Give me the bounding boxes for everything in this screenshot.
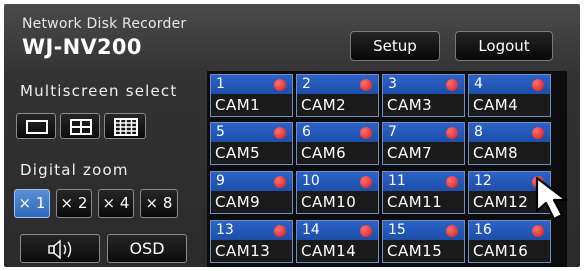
camera-name: CAM13 [215,242,271,260]
camera-number: 10 [302,173,320,189]
camera-tile-7[interactable]: 7 CAM7 [382,122,465,165]
audio-button[interactable] [20,234,100,263]
camera-tile-5[interactable]: 5 CAM5 [210,122,293,165]
recording-indicator-icon [532,127,544,139]
camera-grid: 1 CAM1 2 CAM2 3 CAM3 4 CAM4 5 CAM5 6 CAM… [207,71,567,267]
camera-number: 8 [474,124,483,140]
grid-16-screen-icon [114,118,138,136]
camera-tile-1[interactable]: 1 CAM1 [210,74,293,117]
camera-tile-11[interactable]: 11 CAM11 [382,171,465,214]
multiscreen-title: Multiscreen select [20,82,178,100]
camera-name: CAM5 [215,144,261,162]
camera-tile-9[interactable]: 9 CAM9 [210,171,293,214]
recording-indicator-icon [446,127,458,139]
camera-number: 9 [216,173,225,189]
quad-screen-button[interactable] [60,113,100,139]
camera-name: CAM9 [215,193,261,211]
camera-name: CAM4 [473,96,519,114]
camera-tile-6[interactable]: 6 CAM6 [296,122,379,165]
camera-number: 16 [474,222,492,238]
camera-name: CAM3 [387,96,433,114]
zoom-x2-button[interactable]: × 2 [56,189,92,218]
camera-name: CAM1 [215,96,261,114]
mouse-pointer-icon [535,176,568,221]
osd-button[interactable]: OSD [107,234,187,263]
camera-number: 13 [216,222,234,238]
zoom-x1-button[interactable]: × 1 [14,189,50,218]
zoom-x8-button[interactable]: × 8 [140,189,178,218]
recording-indicator-icon [274,176,286,188]
camera-name: CAM6 [301,144,347,162]
recording-indicator-icon [360,176,372,188]
logout-button[interactable]: Logout [455,31,553,61]
single-screen-icon [26,120,48,134]
camera-number: 7 [388,124,397,140]
camera-name: CAM8 [473,144,519,162]
recording-indicator-icon [274,79,286,91]
setup-button[interactable]: Setup [350,31,440,61]
camera-number: 11 [388,173,406,189]
recording-indicator-icon [446,225,458,237]
camera-tile-3[interactable]: 3 CAM3 [382,74,465,117]
camera-number: 5 [216,124,225,140]
camera-number: 15 [388,222,406,238]
camera-number: 6 [302,124,311,140]
camera-name: CAM12 [473,193,529,211]
camera-number: 2 [302,76,311,92]
recording-indicator-icon [274,127,286,139]
camera-tile-8[interactable]: 8 CAM8 [468,122,551,165]
camera-tile-4[interactable]: 4 CAM4 [468,74,551,117]
camera-tile-10[interactable]: 10 CAM10 [296,171,379,214]
camera-number: 4 [474,76,483,92]
grid-16-screen-button[interactable] [104,113,146,139]
camera-number: 12 [474,173,492,189]
camera-name: CAM16 [473,242,529,260]
camera-tile-2[interactable]: 2 CAM2 [296,74,379,117]
camera-number: 1 [216,76,225,92]
camera-name: CAM15 [387,242,443,260]
recording-indicator-icon [446,176,458,188]
product-subtitle: Network Disk Recorder [22,16,187,32]
camera-name: CAM11 [387,193,443,211]
product-model: WJ-NV200 [22,35,142,59]
quad-screen-icon [70,119,92,135]
camera-number: 14 [302,222,320,238]
recorder-panel: Network Disk Recorder WJ-NV200 Setup Log… [4,4,580,267]
recording-indicator-icon [274,225,286,237]
camera-number: 3 [388,76,397,92]
camera-tile-14[interactable]: 14 CAM14 [296,220,379,263]
camera-tile-15[interactable]: 15 CAM15 [382,220,465,263]
camera-name: CAM2 [301,96,347,114]
camera-tile-13[interactable]: 13 CAM13 [210,220,293,263]
recording-indicator-icon [532,79,544,91]
recording-indicator-icon [360,79,372,91]
zoom-x4-button[interactable]: × 4 [98,189,134,218]
speaker-icon [48,239,72,260]
recording-indicator-icon [446,79,458,91]
camera-name: CAM10 [301,193,357,211]
recording-indicator-icon [360,127,372,139]
camera-name: CAM7 [387,144,433,162]
digital-zoom-title: Digital zoom [20,161,129,179]
recording-indicator-icon [360,225,372,237]
single-screen-button[interactable] [16,113,56,139]
camera-name: CAM14 [301,242,357,260]
